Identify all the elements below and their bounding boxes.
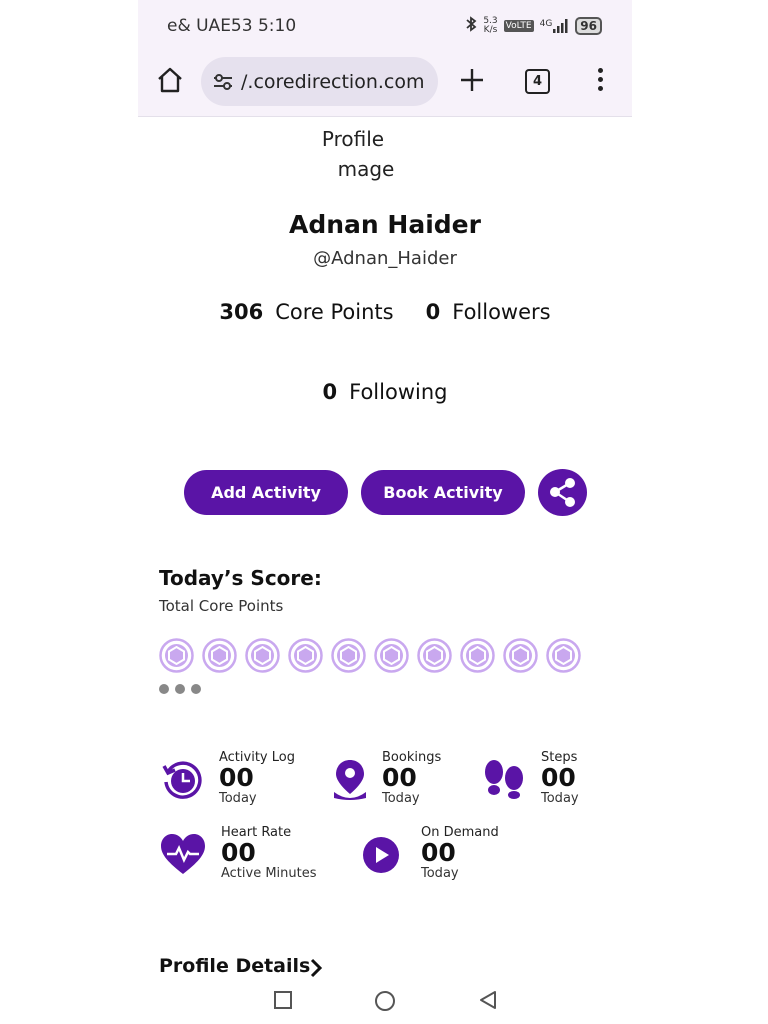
metric-value: 00 xyxy=(541,763,576,792)
metric-sub: Today xyxy=(219,791,257,806)
url-text[interactable]: /.coredirection.com xyxy=(241,71,424,93)
core-point-coin-icon xyxy=(417,638,452,673)
play-icon xyxy=(362,836,400,878)
profile-name: Adnan Haider xyxy=(289,210,481,239)
profile-details-link[interactable]: Profile Details xyxy=(159,955,310,977)
metric-activity-log[interactable]: Activity Log 00 Today xyxy=(219,750,295,806)
following-label: Following xyxy=(349,380,448,404)
footprints-icon xyxy=(482,758,526,804)
core-point-coin-icon xyxy=(288,638,323,673)
share-button[interactable] xyxy=(538,469,587,516)
status-carrier-time: e& UAE53 5:10 xyxy=(167,16,297,36)
core-point-coin-icon xyxy=(245,638,280,673)
core-point-coin-icon xyxy=(331,638,366,673)
browser-top-bar: e& UAE53 5:10 5.3 K/s VoLTE 4G 96 /.core… xyxy=(138,0,632,117)
back-button[interactable] xyxy=(478,990,498,1014)
core-point-coin-icon xyxy=(374,638,409,673)
profile-image-alt-line2: mage xyxy=(337,157,395,181)
metric-value: 00 xyxy=(219,763,254,792)
phone-screen: e& UAE53 5:10 5.3 K/s VoLTE 4G 96 /.core… xyxy=(138,0,632,1024)
metric-sub: Today xyxy=(421,866,459,881)
network-type: 4G xyxy=(539,18,553,29)
metric-sub: Today xyxy=(541,791,579,806)
core-points-stat[interactable]: 306 Core Points xyxy=(219,300,393,324)
followers-stat[interactable]: 0 Followers xyxy=(426,300,551,324)
system-navigation-bar xyxy=(138,984,632,1016)
metric-bookings[interactable]: Bookings 00 Today xyxy=(382,750,441,806)
more-coins-indicator[interactable] xyxy=(159,684,201,694)
profile-image-placeholder: Profile mage xyxy=(288,124,418,184)
profile-handle: @Adnan_Haider xyxy=(313,248,457,269)
metric-sub: Active Minutes xyxy=(221,866,317,881)
profile-image-alt-line1: Profile xyxy=(321,127,385,151)
home-nav-button[interactable] xyxy=(374,990,396,1016)
bluetooth-icon xyxy=(465,16,477,35)
status-icons: 5.3 K/s VoLTE 4G 96 xyxy=(465,16,602,35)
following-value: 0 xyxy=(322,380,338,404)
metric-value: 00 xyxy=(382,763,417,792)
profile-stats: 306 Core Points 0 Followers xyxy=(138,300,632,324)
metric-steps[interactable]: Steps 00 Today xyxy=(541,750,579,806)
book-activity-button[interactable]: Book Activity xyxy=(361,470,525,515)
net-speed-unit: K/s xyxy=(483,24,498,35)
core-points-value: 306 xyxy=(219,300,264,324)
metric-on-demand[interactable]: On Demand 00 Today xyxy=(421,825,499,881)
core-point-coins xyxy=(159,638,581,673)
core-points-label: Core Points xyxy=(275,300,394,324)
followers-label: Followers xyxy=(452,300,551,324)
network-speed: 5.3 K/s xyxy=(483,16,498,35)
new-tab-icon[interactable] xyxy=(458,66,486,94)
home-button[interactable] xyxy=(154,64,186,96)
location-pin-icon xyxy=(330,758,370,804)
metric-value: 00 xyxy=(221,838,256,867)
followers-value: 0 xyxy=(425,300,441,324)
heart-rate-icon xyxy=(159,832,207,880)
chevron-right-icon[interactable] xyxy=(308,958,324,978)
core-point-coin-icon xyxy=(460,638,495,673)
volte-badge: VoLTE xyxy=(503,19,534,32)
core-point-coin-icon xyxy=(503,638,538,673)
core-point-coin-icon xyxy=(202,638,237,673)
metric-value: 00 xyxy=(421,838,456,867)
recents-button[interactable] xyxy=(273,990,293,1014)
following-stat[interactable]: 0 Following xyxy=(138,380,632,404)
battery-indicator: 96 xyxy=(575,16,602,35)
more-options-icon[interactable] xyxy=(595,68,605,96)
signal-icon: 4G xyxy=(539,18,570,33)
tab-switcher-button[interactable]: 4 xyxy=(525,69,550,94)
share-icon xyxy=(550,478,575,507)
metric-heart-rate[interactable]: Heart Rate 00 Active Minutes xyxy=(221,825,317,881)
todays-score-title: Today’s Score: xyxy=(159,566,322,590)
todays-score-subtitle: Total Core Points xyxy=(159,597,284,615)
core-point-coin-icon xyxy=(546,638,581,673)
activity-log-icon xyxy=(160,758,204,806)
metric-sub: Today xyxy=(382,791,420,806)
site-settings-icon[interactable] xyxy=(211,70,235,94)
core-point-coin-icon xyxy=(159,638,194,673)
address-bar[interactable]: /.coredirection.com xyxy=(201,57,438,106)
add-activity-button[interactable]: Add Activity xyxy=(184,470,348,515)
